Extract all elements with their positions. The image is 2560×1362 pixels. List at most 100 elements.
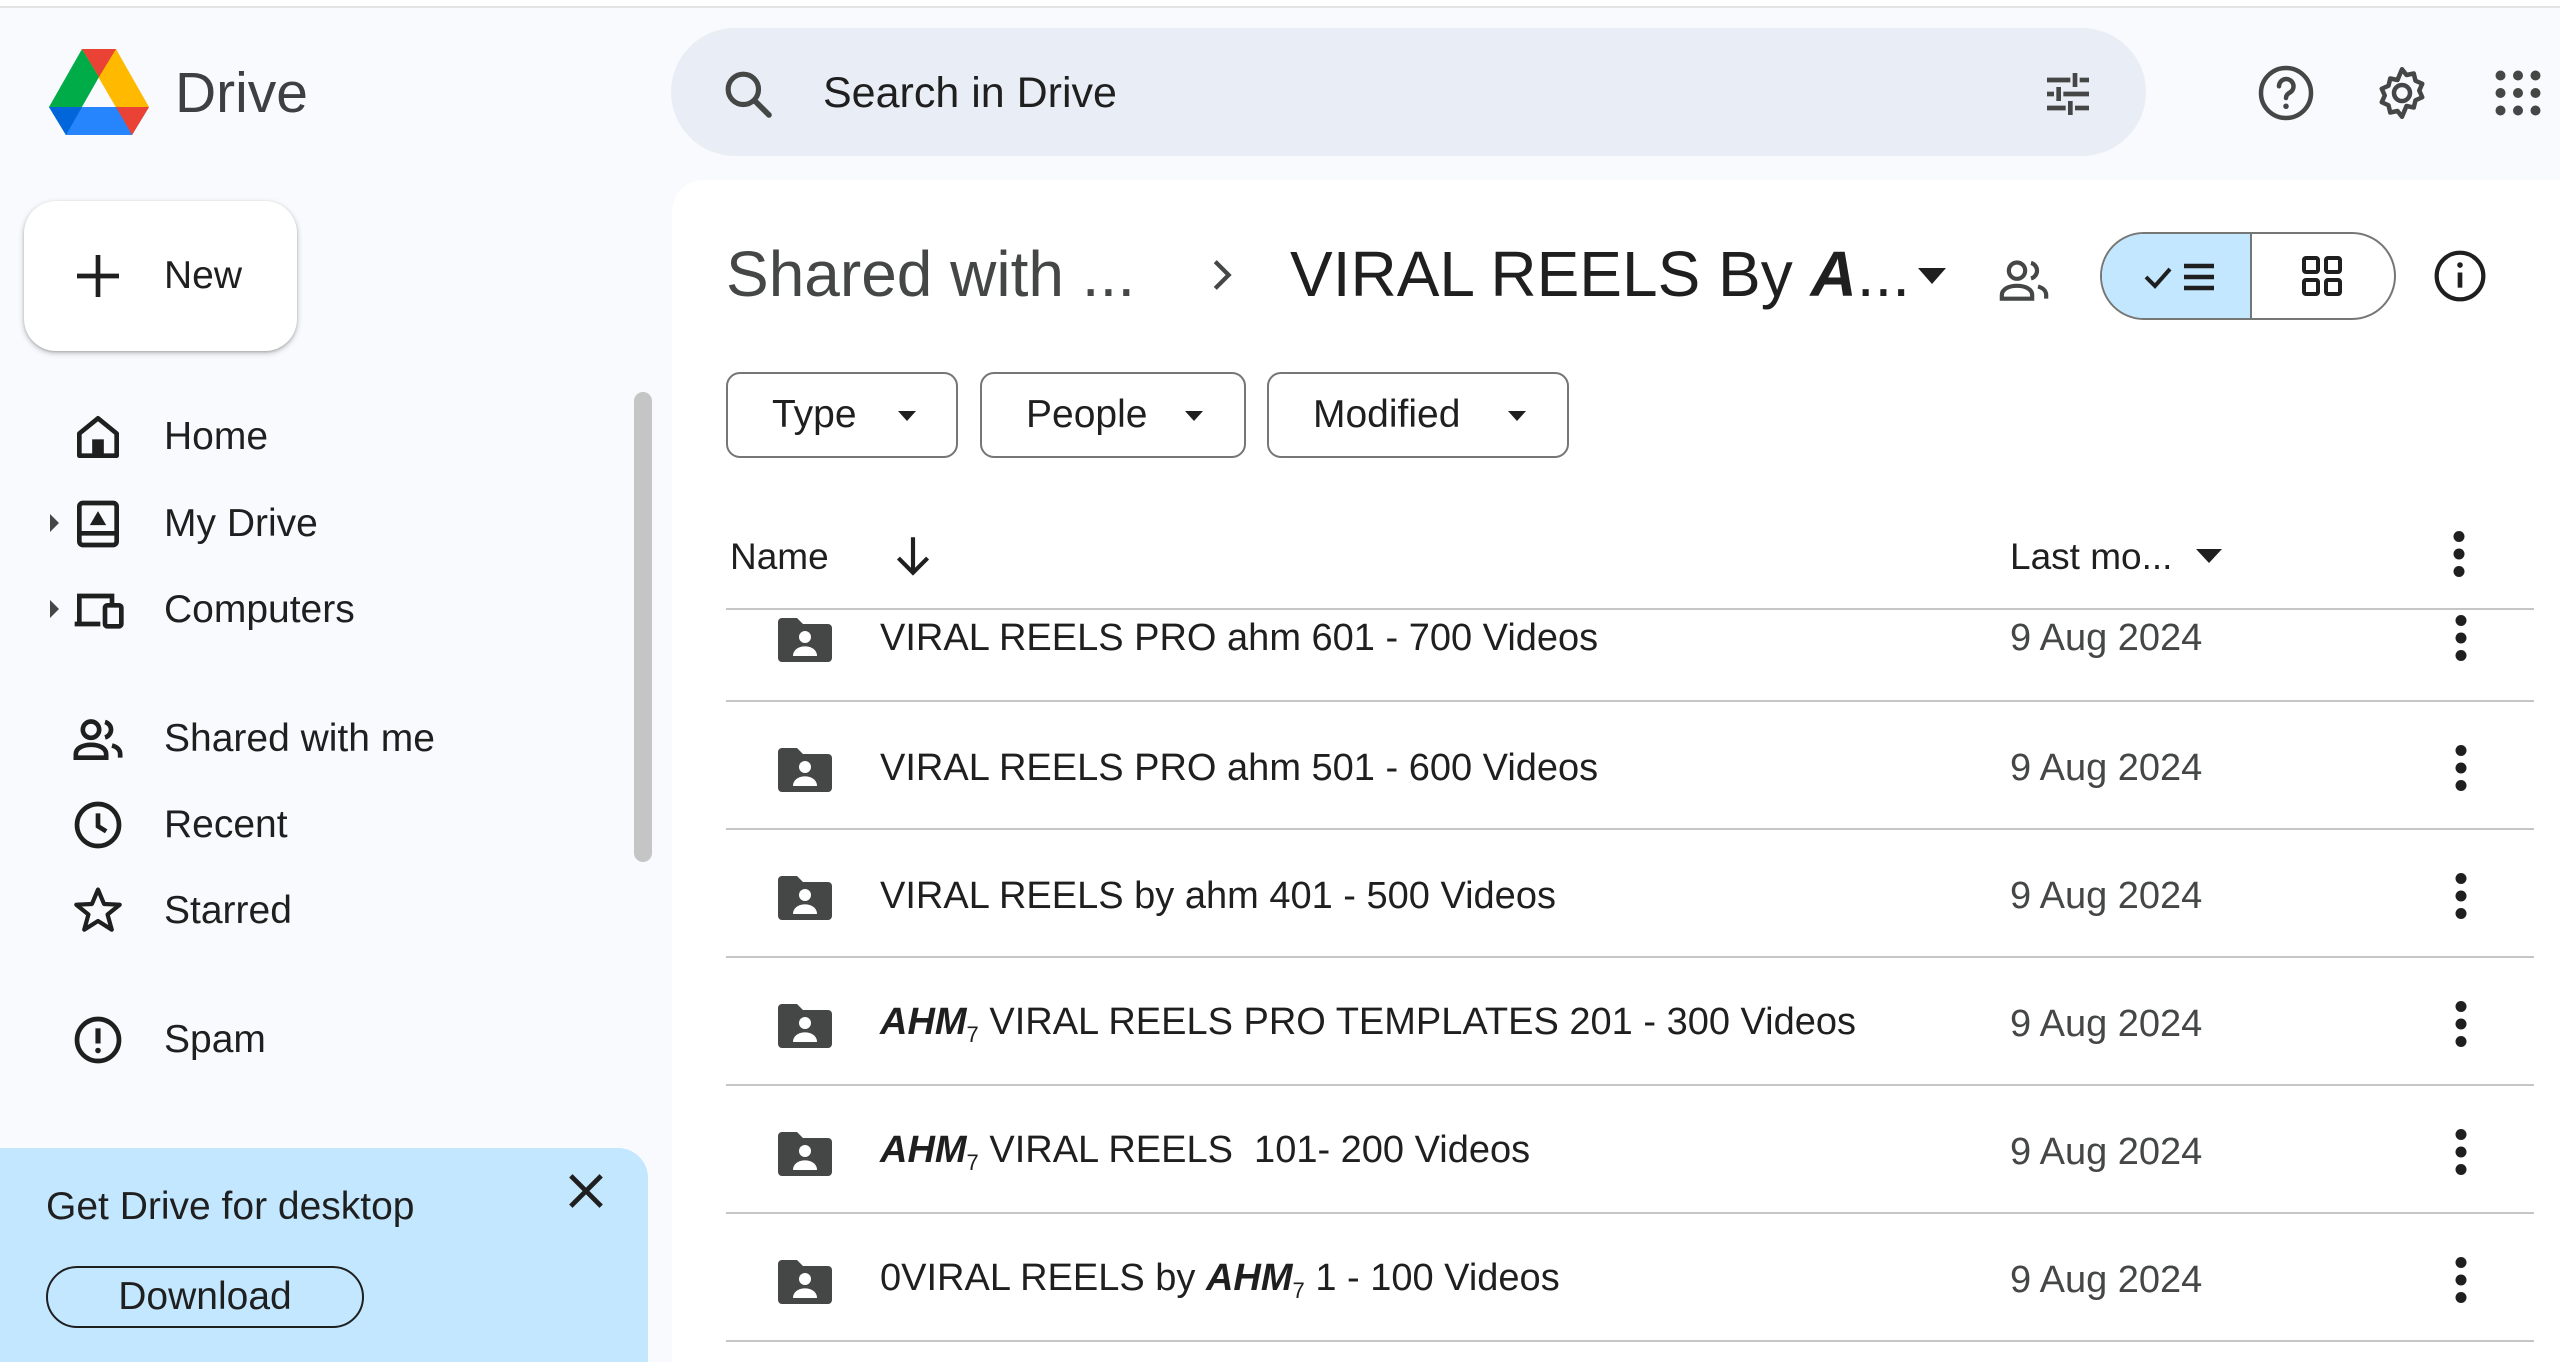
modified-date: 9 Aug 2024 bbox=[2010, 1131, 2203, 1173]
file-name: VIRAL REELS by ahm 401 - 500 Videos bbox=[880, 872, 1556, 920]
expand-arrow-icon[interactable] bbox=[50, 600, 59, 618]
file-name: AHM7 VIRAL REELS 101- 200 Videos bbox=[880, 1126, 1530, 1187]
sidebar-item-spam[interactable]: Spam bbox=[40, 1000, 620, 1080]
column-header-name[interactable]: Name bbox=[730, 533, 829, 581]
caret-down-icon bbox=[1185, 411, 1203, 421]
shared-people-icon bbox=[70, 711, 126, 767]
settings-icon[interactable] bbox=[2372, 63, 2432, 123]
file-name-text: VIRAL REELS PRO ahm 601 - 700 Videos bbox=[880, 617, 1599, 659]
sidebar-item-label: Shared with me bbox=[164, 717, 435, 760]
file-name-text: VIRAL REELS PRO TEMPLATES 201 - 300 Vide… bbox=[978, 1001, 1857, 1043]
sort-arrow-down-icon[interactable] bbox=[888, 528, 938, 584]
file-name: VIRAL REELS PRO ahm 501 - 600 Videos bbox=[880, 744, 1598, 792]
sidebar-item-label: Home bbox=[164, 415, 269, 458]
file-name: 0VIRAL REELS by AHM7 1 - 100 Videos bbox=[880, 1254, 1560, 1315]
table-row[interactable]: VIRAL REELS by ahm 401 - 500 Videos 9 Au… bbox=[726, 830, 2534, 958]
sidebar-item-home[interactable]: Home bbox=[40, 397, 620, 477]
table-row[interactable]: AHM7 VIRAL REELS PRO TEMPLATES 201 - 300… bbox=[726, 958, 2534, 1086]
table-row[interactable]: VIRAL REELS PRO ahm 601 - 700 Videos 9 A… bbox=[726, 578, 2534, 702]
more-vert-icon[interactable] bbox=[2434, 524, 2484, 584]
filter-chip-label: People bbox=[1026, 393, 1148, 436]
file-name-brand-subscript: 7 bbox=[966, 1150, 979, 1175]
breadcrumb-current-suffix: ... bbox=[1856, 238, 1911, 310]
shared-folder-icon bbox=[774, 1256, 836, 1308]
file-name-brand: AHM bbox=[1205, 1257, 1293, 1299]
file-name-text: VIRAL REELS by ahm 401 - 500 Videos bbox=[880, 875, 1556, 917]
column-header-last-modified[interactable]: Last mo... bbox=[2010, 533, 2172, 581]
close-icon[interactable] bbox=[560, 1165, 612, 1217]
promo-title: Get Drive for desktop bbox=[46, 1185, 415, 1228]
share-people-icon[interactable] bbox=[1996, 252, 2052, 308]
clock-icon bbox=[70, 797, 126, 853]
sidebar-item-my-drive[interactable]: My Drive bbox=[40, 484, 620, 564]
file-name-text: VIRAL REELS 101- 200 Videos bbox=[978, 1129, 1531, 1171]
table-row[interactable]: 0VIRAL REELS by AHM7 1 - 100 Videos 9 Au… bbox=[726, 1214, 2534, 1342]
expand-arrow-icon[interactable] bbox=[50, 514, 59, 532]
filter-type-chip[interactable]: Type bbox=[726, 372, 958, 458]
table-row[interactable]: AHM7 VIRAL REELS 101- 200 Videos 9 Aug 2… bbox=[726, 1086, 2534, 1214]
file-name-suffix: 1 - 100 Videos bbox=[1304, 1257, 1560, 1299]
list-view-button[interactable] bbox=[2102, 234, 2252, 318]
search-input[interactable]: Search in Drive bbox=[823, 65, 1117, 121]
home-icon bbox=[70, 409, 126, 465]
download-button[interactable]: Download bbox=[46, 1266, 364, 1328]
search-icon[interactable] bbox=[720, 66, 776, 122]
sidebar-item-shared-with-me[interactable]: Shared with me bbox=[40, 699, 620, 779]
file-name-brand-subscript: 7 bbox=[966, 1022, 979, 1047]
shared-folder-icon bbox=[774, 744, 836, 796]
sidebar-item-computers[interactable]: Computers bbox=[40, 570, 620, 650]
more-vert-icon[interactable] bbox=[2436, 1250, 2486, 1310]
sidebar-item-recent[interactable]: Recent bbox=[40, 785, 620, 865]
filter-people-chip[interactable]: People bbox=[980, 372, 1246, 458]
more-vert-icon[interactable] bbox=[2436, 738, 2486, 798]
plus-icon bbox=[70, 248, 126, 304]
help-icon[interactable] bbox=[2256, 63, 2316, 123]
new-button[interactable] bbox=[24, 201, 297, 351]
file-name-brand: AHM bbox=[880, 1001, 967, 1043]
filter-modified-chip[interactable]: Modified bbox=[1267, 372, 1569, 458]
apps-grid-icon[interactable] bbox=[2488, 63, 2548, 123]
info-icon[interactable] bbox=[2432, 248, 2488, 304]
modified-date: 9 Aug 2024 bbox=[2010, 875, 2203, 917]
computers-icon bbox=[70, 582, 126, 638]
caret-down-icon[interactable] bbox=[2196, 549, 2222, 563]
more-vert-icon[interactable] bbox=[2436, 1122, 2486, 1182]
file-name-brand: AHM bbox=[880, 1129, 967, 1171]
file-name: VIRAL REELS PRO ahm 601 - 700 Videos bbox=[880, 614, 1598, 662]
modified-date: 9 Aug 2024 bbox=[2010, 1259, 2203, 1301]
sidebar-scrollbar[interactable] bbox=[634, 392, 652, 862]
caret-down-icon[interactable] bbox=[1912, 262, 1952, 292]
shared-folder-icon bbox=[774, 872, 836, 924]
shared-folder-icon bbox=[774, 614, 836, 666]
caret-down-icon bbox=[1508, 411, 1526, 421]
filter-chip-label: Type bbox=[772, 393, 857, 436]
chevron-right-icon bbox=[1198, 252, 1244, 298]
shared-folder-icon bbox=[774, 1128, 836, 1180]
sidebar-item-label: Spam bbox=[164, 1018, 266, 1061]
more-vert-icon[interactable] bbox=[2436, 994, 2486, 1054]
breadcrumb-current-bold: A bbox=[1810, 238, 1857, 310]
shared-folder-icon bbox=[774, 1000, 836, 1052]
sidebar-item-starred[interactable]: Starred bbox=[40, 871, 620, 951]
new-button-label: New bbox=[164, 254, 243, 297]
grid-view-button[interactable] bbox=[2252, 234, 2394, 318]
breadcrumb-parent[interactable]: Shared with ... bbox=[726, 236, 1135, 312]
desktop-promo-banner bbox=[0, 1148, 648, 1362]
modified-date: 9 Aug 2024 bbox=[2010, 1003, 2203, 1045]
breadcrumb-current-folder[interactable]: VIRAL REELS By A... bbox=[1290, 236, 1910, 312]
breadcrumb-current-prefix: VIRAL REELS By bbox=[1290, 238, 1811, 310]
sidebar-item-label: Recent bbox=[164, 803, 288, 846]
file-name-prefix: 0VIRAL REELS by bbox=[880, 1257, 1206, 1299]
sidebar-item-label: Computers bbox=[164, 588, 355, 631]
more-vert-icon[interactable] bbox=[2436, 608, 2486, 668]
star-icon bbox=[70, 883, 126, 939]
drive-logo-icon[interactable] bbox=[49, 45, 149, 137]
table-row[interactable]: VIRAL REELS PRO ahm 501 - 600 Videos 9 A… bbox=[726, 702, 2534, 830]
more-vert-icon[interactable] bbox=[2436, 866, 2486, 926]
sidebar-item-label: Starred bbox=[164, 889, 292, 932]
search-options-icon[interactable] bbox=[2040, 66, 2096, 122]
my-drive-icon bbox=[70, 496, 126, 552]
app-name: Drive bbox=[175, 61, 309, 125]
file-name-brand-subscript: 7 bbox=[1292, 1278, 1305, 1303]
view-toggle bbox=[2100, 232, 2396, 320]
